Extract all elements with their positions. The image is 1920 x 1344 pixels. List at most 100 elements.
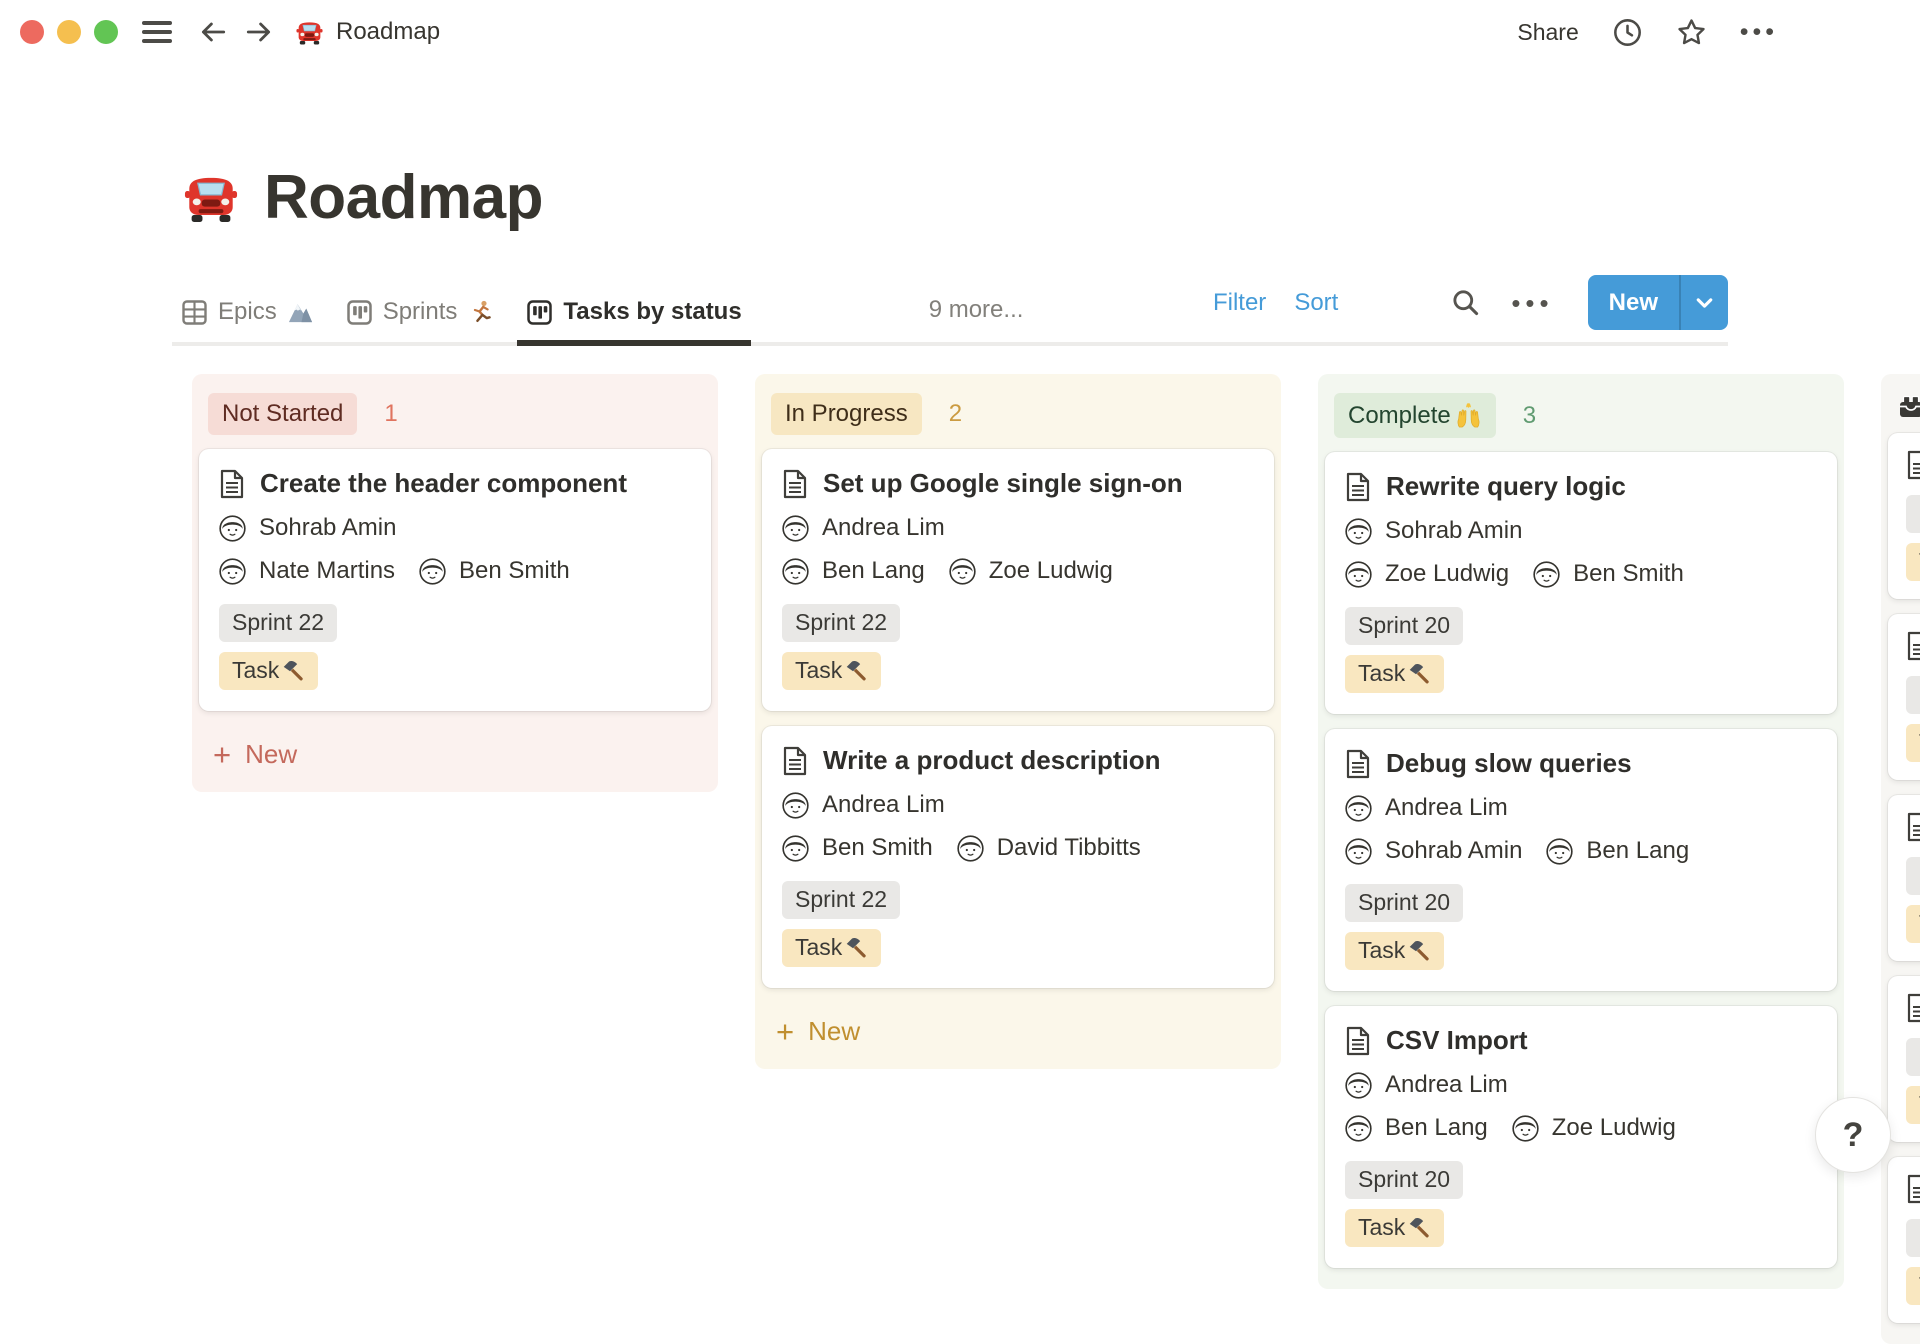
page-icon [782, 746, 808, 776]
close-window-button[interactable] [20, 20, 44, 44]
task-card[interactable]: Sprint Task [1888, 614, 1920, 780]
assignee: Ben Smith [419, 557, 570, 585]
breadcrumb[interactable]: Roadmap [294, 17, 440, 48]
sprint-badge: Sprint 22 [782, 604, 900, 642]
task-card[interactable]: Set up Google single sign-on Andrea Lim … [762, 449, 1274, 711]
sprint-badge: Sprint 22 [782, 881, 900, 919]
task-card[interactable]: CSV Import Andrea Lim Ben Lang Zoe Ludwi… [1325, 1006, 1837, 1268]
status-badge[interactable]: Not Started [208, 393, 357, 435]
assignee: Andrea Lim [782, 791, 945, 819]
hammer-icon [1408, 939, 1431, 962]
sprint-badge: Sprint 22 [219, 604, 337, 642]
task-card[interactable]: Debug slow queries Andrea Lim Sohrab Ami… [1325, 729, 1837, 991]
page-icon [1345, 749, 1371, 779]
avatar-icon [1345, 838, 1372, 865]
column-header [1887, 380, 1920, 433]
avatar-icon [219, 558, 246, 585]
page-icon [1906, 812, 1920, 842]
window-titlebar: Roadmap Share ••• [0, 0, 1920, 64]
kanban-board: Not Started 1 Create the header componen… [192, 374, 1920, 1344]
card-file-box-icon[interactable] [1897, 393, 1920, 421]
board-view-icon [346, 299, 373, 326]
page-header: Roadmap [180, 162, 1920, 233]
task-tag-badge: Task [1906, 1267, 1920, 1305]
task-card[interactable]: Create the header component Sohrab Amin … [199, 449, 711, 711]
sidebar-menu-icon[interactable] [142, 21, 172, 43]
favorite-star-icon[interactable] [1676, 17, 1707, 48]
assignee: Andrea Lim [1345, 794, 1508, 822]
page-icon [1906, 993, 1920, 1023]
add-card-button[interactable]: + New [198, 726, 712, 786]
sprint-badge: Sprint [1906, 1038, 1920, 1076]
more-views-button[interactable]: 9 more... [929, 296, 1024, 342]
column-complete: Complete 3 Rewrite query logic Sohrab Am… [1318, 374, 1844, 1289]
sprint-badge: Sprint [1906, 857, 1920, 895]
task-card[interactable]: Sprint Task [1888, 795, 1920, 961]
new-dropdown-button[interactable] [1681, 275, 1728, 330]
status-badge[interactable]: Complete [1334, 393, 1496, 438]
tab-tasks-by-status[interactable]: Tasks by status [517, 298, 750, 342]
runner-emoji-icon [467, 299, 494, 326]
task-tag-badge: Task [1906, 724, 1920, 762]
forward-arrow-icon[interactable] [244, 17, 274, 47]
view-toolbar: Filter Sort ••• New [1213, 275, 1728, 342]
avatar-icon [419, 558, 446, 585]
column-count: 3 [1523, 402, 1536, 430]
task-card[interactable]: Sprint Task [1888, 433, 1920, 599]
status-badge[interactable]: In Progress [771, 393, 922, 435]
chevron-down-icon [1692, 290, 1717, 315]
sprint-badge: Sprint [1906, 495, 1920, 533]
assignee: Sohrab Amin [1345, 517, 1522, 545]
column-not-started: Not Started 1 Create the header componen… [192, 374, 718, 792]
sprint-badge: Sprint 20 [1345, 607, 1463, 645]
car-page-emoji[interactable] [180, 167, 242, 229]
zoom-window-button[interactable] [94, 20, 118, 44]
avatar-icon [949, 558, 976, 585]
task-card[interactable]: Write a product description Andrea Lim B… [762, 726, 1274, 988]
plus-icon: + [776, 1018, 794, 1046]
tab-epics[interactable]: Epics [172, 298, 323, 342]
board-view-icon [526, 299, 553, 326]
task-tag-badge: Task [1906, 1086, 1920, 1124]
hammer-icon [282, 659, 305, 682]
view-tabs-bar: Epics Sprints Tasks by status 9 more... … [172, 275, 1728, 346]
task-tag-badge: Task [1345, 932, 1444, 970]
raised-hands-icon [1455, 402, 1482, 429]
back-arrow-icon[interactable] [198, 17, 228, 47]
share-button[interactable]: Share [1517, 19, 1578, 46]
new-button[interactable]: New [1588, 275, 1679, 330]
card-title: Rewrite query logic [1386, 471, 1626, 502]
assignee: Andrea Lim [1345, 1071, 1508, 1099]
help-button[interactable]: ? [1815, 1097, 1891, 1173]
search-icon[interactable] [1450, 287, 1481, 318]
task-card[interactable]: Sprint Task [1888, 1157, 1920, 1323]
sprint-badge: Sprint [1906, 1219, 1920, 1257]
task-tag-badge: Task [782, 652, 881, 690]
avatar-icon [782, 792, 809, 819]
add-card-button[interactable]: + New [761, 1003, 1275, 1063]
assignee: Ben Smith [782, 834, 933, 862]
task-card[interactable]: Sprint Task [1888, 976, 1920, 1142]
avatar-icon [782, 835, 809, 862]
card-title: Debug slow queries [1386, 748, 1632, 779]
card-title: CSV Import [1386, 1025, 1528, 1056]
assignee: Zoe Ludwig [1345, 560, 1509, 588]
minimize-window-button[interactable] [57, 20, 81, 44]
task-tag-badge: Task [1345, 1209, 1444, 1247]
page-icon [1906, 450, 1920, 480]
column-header: In Progress 2 [761, 380, 1275, 449]
avatar-icon [1512, 1115, 1539, 1142]
filter-button[interactable]: Filter [1213, 289, 1266, 317]
page-icon [1345, 472, 1371, 502]
avatar-icon [1546, 838, 1573, 865]
updates-clock-icon[interactable] [1612, 17, 1643, 48]
sort-button[interactable]: Sort [1294, 289, 1338, 317]
view-options-icon[interactable]: ••• [1511, 290, 1553, 316]
page-icon [1906, 631, 1920, 661]
task-card[interactable]: Rewrite query logic Sohrab Amin Zoe Ludw… [1325, 452, 1837, 714]
tab-sprints[interactable]: Sprints [337, 298, 504, 342]
column-overflow: Sprint Task Sprint Task Sprint Task Spri… [1881, 374, 1920, 1344]
more-options-icon[interactable]: ••• [1740, 20, 1778, 45]
page-title[interactable]: Roadmap [264, 162, 543, 233]
card-title: Create the header component [260, 468, 627, 499]
